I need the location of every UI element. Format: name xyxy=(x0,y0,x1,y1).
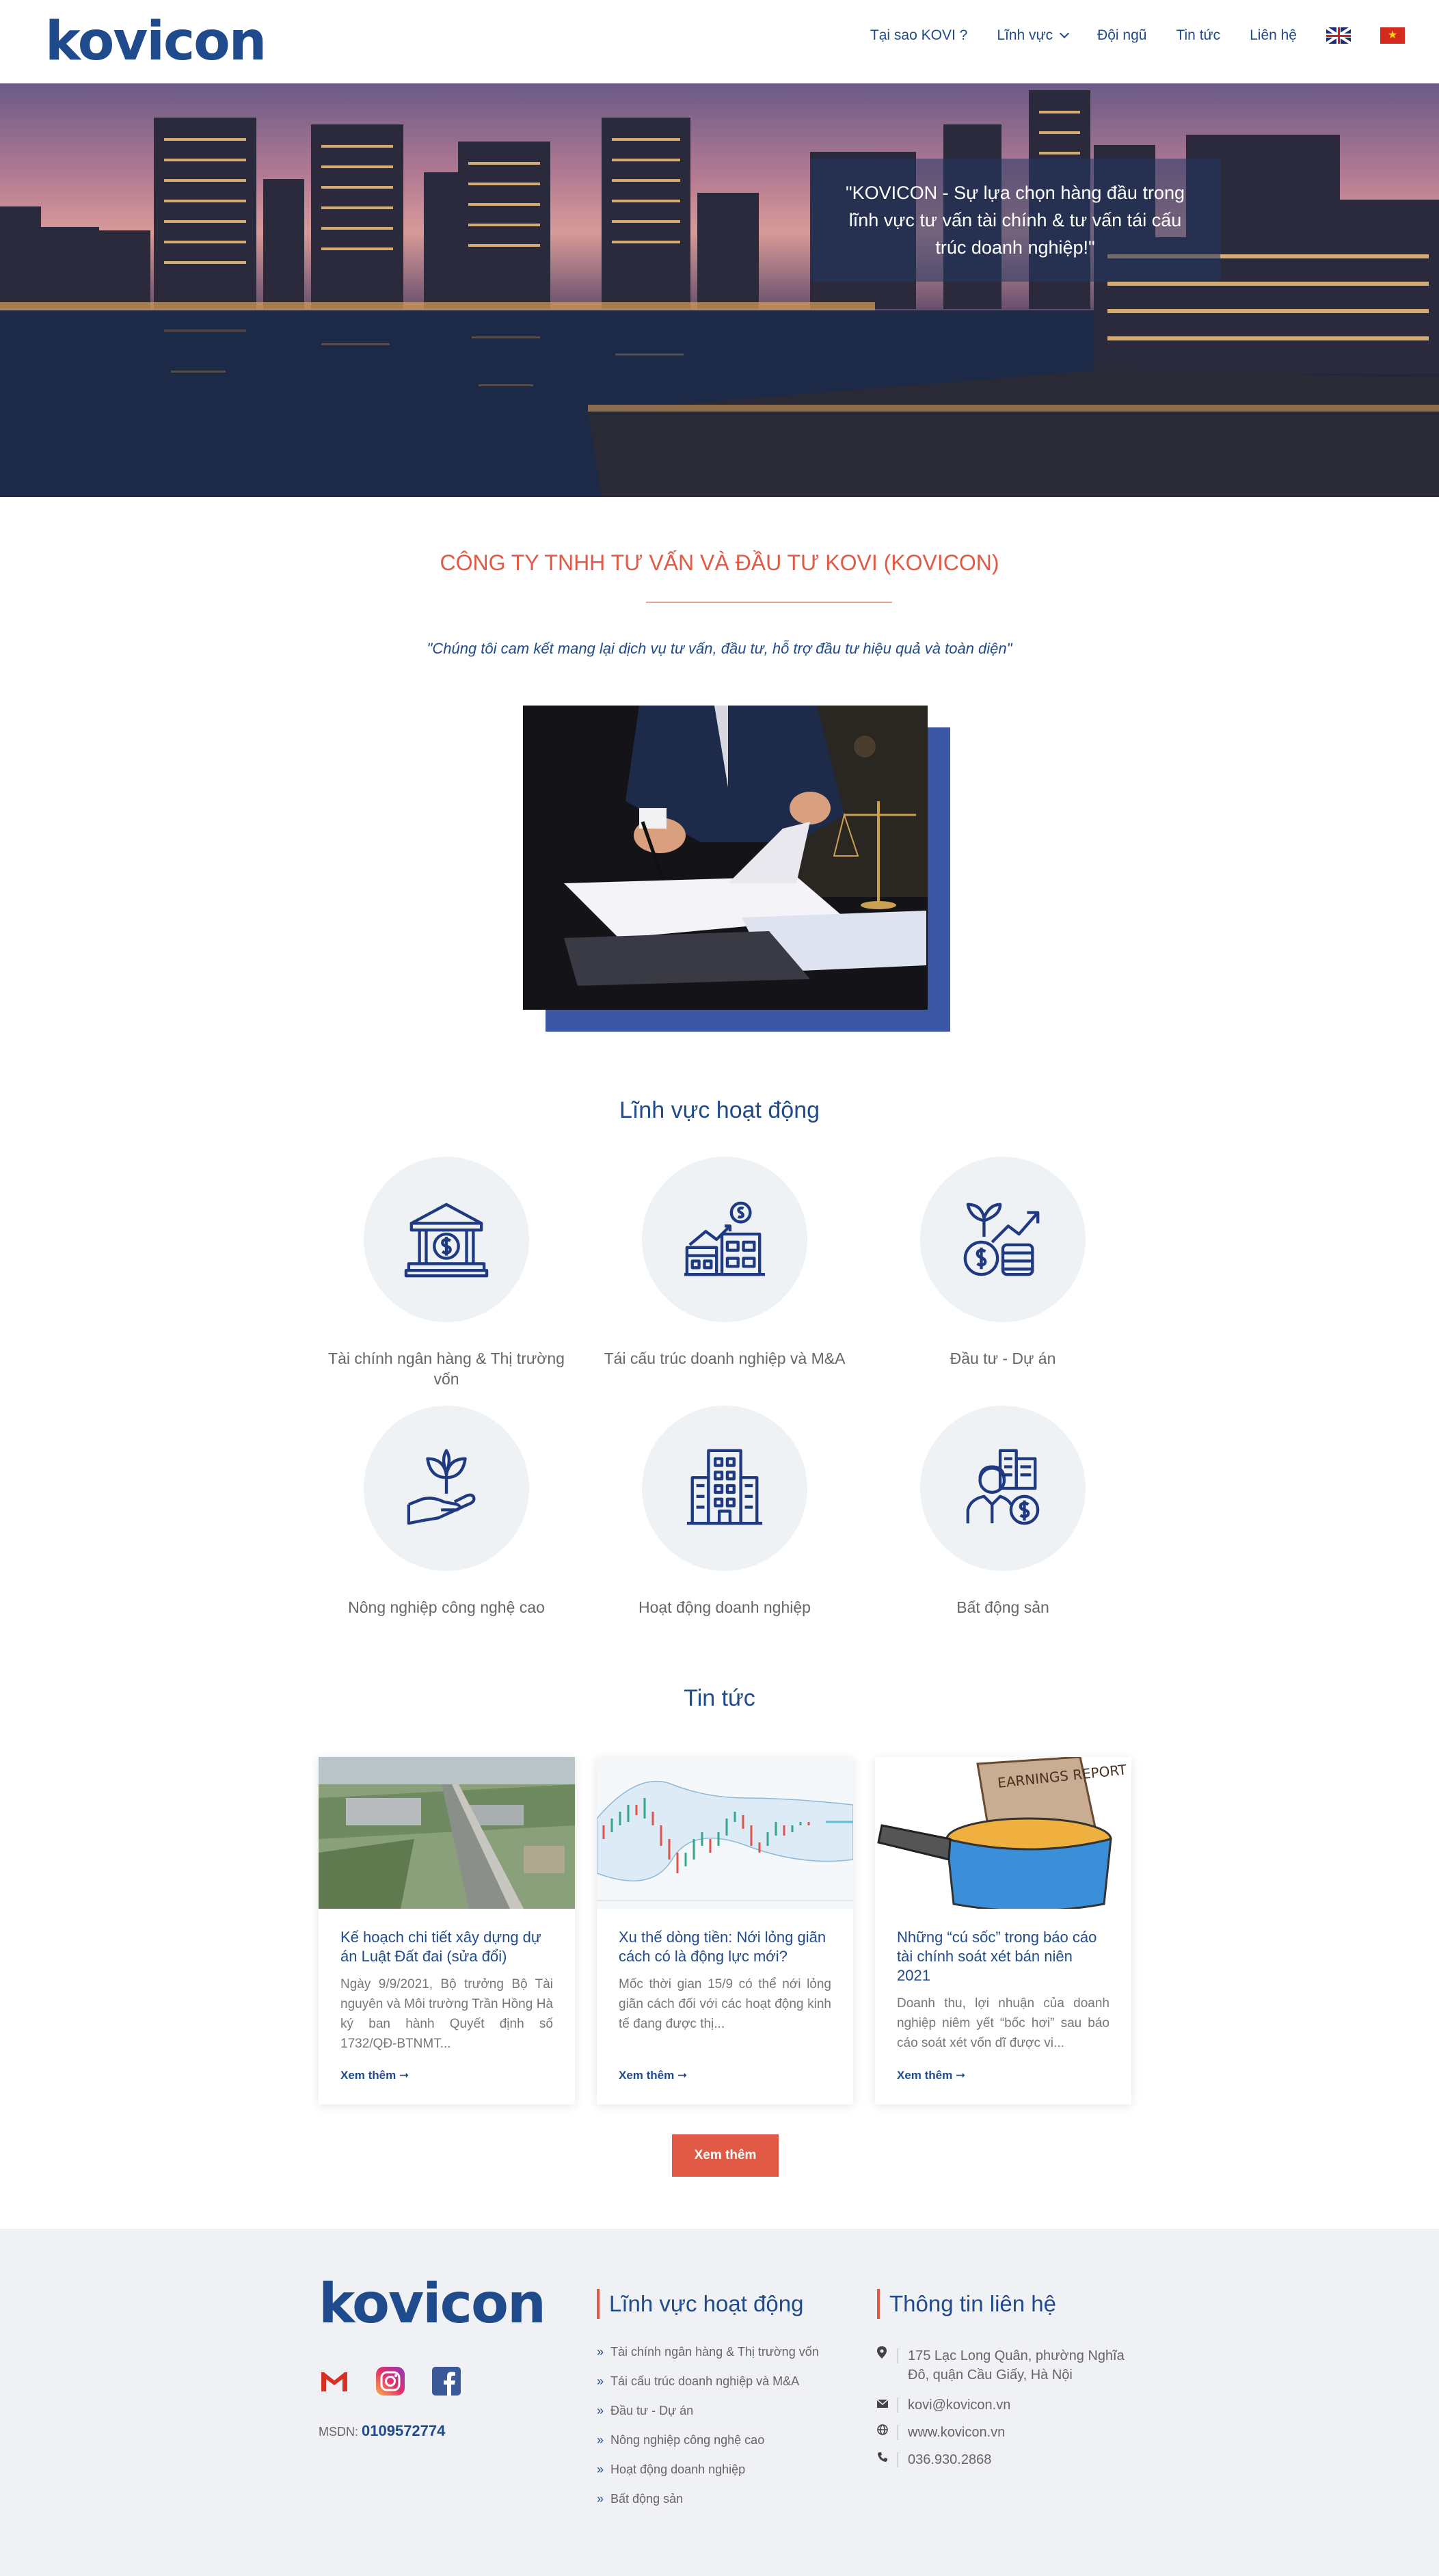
map-pin-icon xyxy=(877,2346,892,2385)
news-card-title[interactable]: Xu thế dòng tiền: Nới lỏng giãn cách có … xyxy=(619,1928,831,1966)
footer-fields-title: Lĩnh vực hoạt động xyxy=(597,2289,803,2319)
field-item-investment[interactable]: Đầu tư - Dự án xyxy=(880,1157,1126,1369)
facebook-icon[interactable] xyxy=(431,2365,462,2397)
hero-caption-box: "KOVICON - Sự lựa chọn hàng đầu trong lĩ… xyxy=(810,159,1220,282)
nav-item-team[interactable]: Đội ngũ xyxy=(1097,27,1146,44)
news-section-title: Tin tức xyxy=(684,1685,755,1711)
site-header: kovicon Tại sao KOVI ? Lĩnh vực Đội ngũ … xyxy=(0,0,1439,83)
footer-field-link[interactable]: Nông nghiệp công nghệ cao xyxy=(597,2433,819,2463)
footer-field-link[interactable]: Tái cấu trúc doanh nghiệp và M&A xyxy=(597,2374,819,2404)
field-label: Nông nghiệp công nghệ cao xyxy=(348,1598,545,1616)
news-card-image xyxy=(319,1757,575,1909)
view-more-news-button[interactable]: Xem thêm xyxy=(672,2134,779,2177)
company-title: CÔNG TY TNHH TƯ VẤN VÀ ĐẦU TƯ KOVI (KOVI… xyxy=(440,550,999,575)
contact-address: 175 Lạc Long Quân, phường Nghĩa Đô, quận… xyxy=(908,2348,1125,2383)
city-skyline-image xyxy=(0,90,1439,497)
nav-item-fields[interactable]: Lĩnh vực xyxy=(997,27,1070,44)
field-item-banking[interactable]: Tài chính ngân hàng & Thị trường vốn xyxy=(323,1157,569,1389)
main-nav: Tại sao KOVI ? Lĩnh vực Đội ngũ Tin tức … xyxy=(841,27,1405,44)
contact-email-row[interactable]: kovi@kovicon.vn xyxy=(876,2396,1010,2415)
hero-banner: "KOVICON - Sự lựa chọn hàng đầu trong lĩ… xyxy=(0,83,1439,497)
news-card-image: EARNINGS REPORT xyxy=(875,1757,1131,1909)
field-label: Hoạt động doanh nghiệp xyxy=(638,1598,811,1616)
real-estate-agent-icon xyxy=(920,1406,1086,1571)
office-building-icon xyxy=(642,1406,807,1571)
chevron-down-icon xyxy=(1060,28,1070,39)
nav-item-fields-label: Lĩnh vực xyxy=(997,27,1053,43)
contact-website[interactable]: www.kovicon.vn xyxy=(908,2423,1005,2442)
news-card-title[interactable]: Những “cú sốc” trong báo cáo tài chính s… xyxy=(897,1928,1109,1985)
footer-field-link[interactable]: Hoạt động doanh nghiệp xyxy=(597,2463,819,2492)
hero-caption-text: "KOVICON - Sự lựa chọn hàng đầu trong lĩ… xyxy=(846,183,1185,258)
title-divider xyxy=(646,602,892,603)
site-footer: kovicon MSDN: 0109572774 Lĩnh vực hoạt đ… xyxy=(0,2229,1439,2576)
read-more-link[interactable]: Xem thêm ➞ xyxy=(897,2069,965,2082)
nav-item-news[interactable]: Tin tức xyxy=(1176,27,1220,44)
globe-icon xyxy=(877,2423,892,2442)
envelope-icon xyxy=(876,2396,892,2415)
footer-field-link[interactable]: Đầu tư - Dự án xyxy=(597,2404,819,2433)
footer-fields-list: Tài chính ngân hàng & Thị trường vốn Tái… xyxy=(597,2345,819,2521)
gmail-icon[interactable] xyxy=(319,2365,350,2397)
footer-logo[interactable]: kovicon xyxy=(319,2277,546,2331)
bank-icon xyxy=(364,1157,529,1322)
plant-hand-icon xyxy=(364,1406,529,1571)
nav-item-contact[interactable]: Liên hệ xyxy=(1250,27,1297,44)
msdn-value: 0109572774 xyxy=(362,2422,446,2439)
news-card-excerpt: Mốc thời gian 15/9 có thể nới lỏng giãn … xyxy=(619,1977,831,2031)
english-flag-icon[interactable] xyxy=(1326,27,1351,44)
field-label: Đầu tư - Dự án xyxy=(950,1350,1056,1367)
footer-field-link[interactable]: Bất động sản xyxy=(597,2492,819,2521)
field-item-operations[interactable]: Hoạt động doanh nghiệp xyxy=(602,1406,848,1618)
investment-growth-icon xyxy=(920,1157,1086,1322)
instagram-icon[interactable] xyxy=(375,2365,406,2397)
contact-phone-row[interactable]: 036.930.2868 xyxy=(877,2450,991,2469)
msdn-label: MSDN: xyxy=(319,2425,358,2439)
company-slogan: "Chúng tôi cam kết mang lại dịch vụ tư v… xyxy=(427,640,1012,657)
news-card-excerpt: Doanh thu, lợi nhuận của doanh nghiệp ni… xyxy=(897,1996,1109,2050)
field-label: Tái cấu trúc doanh nghiệp và M&A xyxy=(604,1350,846,1367)
fields-section-title: Lĩnh vực hoạt động xyxy=(619,1097,820,1123)
field-item-agriculture[interactable]: Nông nghiệp công nghệ cao xyxy=(323,1406,569,1618)
contact-phone[interactable]: 036.930.2868 xyxy=(908,2450,991,2469)
footer-field-link[interactable]: Tài chính ngân hàng & Thị trường vốn xyxy=(597,2345,819,2374)
news-card[interactable]: Kế hoạch chi tiết xây dựng dự án Luật Đấ… xyxy=(319,1757,575,2104)
read-more-link[interactable]: Xem thêm ➞ xyxy=(619,2069,687,2082)
nav-item-why-kovi[interactable]: Tại sao KOVI ? xyxy=(870,27,967,44)
logo[interactable]: kovicon xyxy=(45,15,267,68)
news-card-title[interactable]: Kế hoạch chi tiết xây dựng dự án Luật Đấ… xyxy=(340,1928,553,1966)
news-card-excerpt: Ngày 9/9/2021, Bộ trưởng Bộ Tài nguyên v… xyxy=(340,1977,553,2051)
news-card-image xyxy=(597,1757,853,1909)
msdn-info: MSDN: 0109572774 xyxy=(319,2422,445,2440)
footer-contact-title: Thông tin liên hệ xyxy=(877,2289,1056,2319)
signing-document-photo xyxy=(523,706,928,1010)
contact-address-row: 175 Lạc Long Quân, phường Nghĩa Đô, quận… xyxy=(877,2346,1151,2385)
news-card[interactable]: EARNINGS REPORT Những “cú sốc” trong báo… xyxy=(875,1757,1131,2104)
read-more-link[interactable]: Xem thêm ➞ xyxy=(340,2069,409,2082)
contact-website-row[interactable]: www.kovicon.vn xyxy=(877,2423,1005,2442)
contact-email[interactable]: kovi@kovicon.vn xyxy=(908,2396,1010,2415)
phone-icon xyxy=(877,2450,892,2469)
news-card[interactable]: Xu thế dòng tiền: Nới lỏng giãn cách có … xyxy=(597,1757,853,2104)
field-item-restructuring[interactable]: Tái cấu trúc doanh nghiệp và M&A xyxy=(602,1157,848,1369)
business-buildings-icon xyxy=(642,1157,807,1322)
vietnamese-flag-icon[interactable]: ★ xyxy=(1380,27,1405,44)
field-label: Tài chính ngân hàng & Thị trường vốn xyxy=(328,1350,565,1388)
field-item-real-estate[interactable]: Bất động sản xyxy=(880,1406,1126,1618)
field-label: Bất động sản xyxy=(956,1598,1049,1616)
